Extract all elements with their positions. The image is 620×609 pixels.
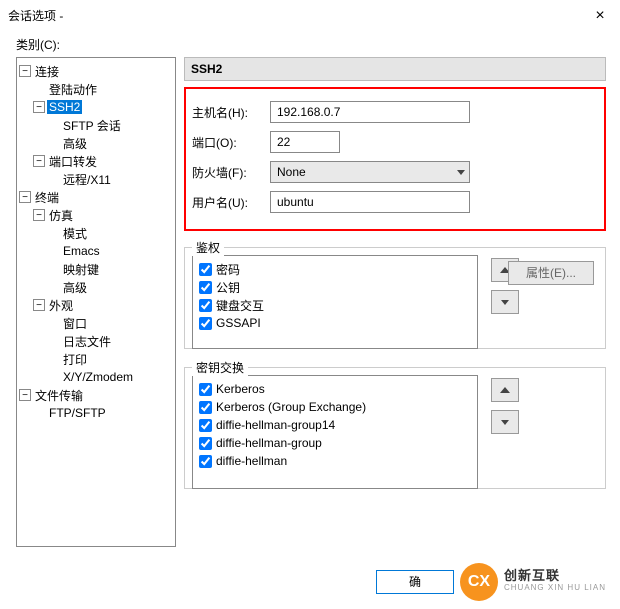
hostname-input[interactable] [270, 101, 470, 123]
auth-item: 键盘交互 [197, 296, 473, 314]
tree-node-mode[interactable]: 模式 [61, 225, 89, 242]
auth-item: 公钥 [197, 278, 473, 296]
tree-node-connection[interactable]: 连接 [33, 63, 61, 80]
auth-item: 密码 [197, 260, 473, 278]
kex-group: 密钥交换 Kerberos Kerberos (Group Exchange) … [184, 359, 606, 489]
tree-node-emacs[interactable]: Emacs [61, 244, 102, 258]
tree-node-login[interactable]: 登陆动作 [47, 81, 99, 98]
brand-en: CHUANG XIN HU LIAN [504, 582, 606, 594]
auth-checkbox[interactable] [199, 299, 212, 312]
tree-node-appearance[interactable]: 外观 [47, 297, 75, 314]
move-down-button[interactable] [491, 410, 519, 434]
logo-text: 创新互联 CHUANG XIN HU LIAN [504, 570, 606, 594]
logo-icon: CX [460, 563, 498, 601]
tree-node-advanced[interactable]: 高级 [61, 135, 89, 152]
bottom-bar: 确 CX 创新互联 CHUANG XIN HU LIAN [376, 563, 606, 601]
highlight-box: 主机名(H): 端口(O): 防火墙(F): None 用户名(U): [184, 87, 606, 231]
category-tree[interactable]: −连接 登陆动作 −SSH2 SFTP 会话 高级 −端口转发 远程/X11 −… [16, 57, 176, 547]
chevron-down-icon [457, 170, 465, 175]
collapse-icon[interactable]: − [33, 101, 45, 113]
auth-checkbox[interactable] [199, 317, 212, 330]
port-input[interactable] [270, 131, 340, 153]
arrow-down-icon [501, 300, 509, 305]
auth-checkbox[interactable] [199, 263, 212, 276]
auth-group: 鉴权 密码 公钥 键盘交互 GSSAPI 属性(E)... [184, 239, 606, 349]
arrow-up-icon [500, 387, 510, 393]
tree-node-advanced[interactable]: 高级 [61, 279, 89, 296]
tree-node-xyzmodem[interactable]: X/Y/Zmodem [61, 370, 135, 384]
username-label: 用户名(U): [192, 194, 270, 211]
tree-node-emulation[interactable]: 仿真 [47, 207, 75, 224]
window-title: 会话选项 - [8, 7, 63, 24]
kex-checkbox[interactable] [199, 419, 212, 432]
move-down-button[interactable] [491, 290, 519, 314]
kex-group-title: 密钥交换 [192, 359, 248, 376]
close-icon[interactable]: × [590, 6, 610, 26]
kex-listbox[interactable]: Kerberos Kerberos (Group Exchange) diffi… [192, 375, 478, 489]
kex-checkbox[interactable] [199, 455, 212, 468]
port-label: 端口(O): [192, 134, 270, 151]
hostname-label: 主机名(H): [192, 104, 270, 121]
kex-item: diffie-hellman [197, 452, 473, 470]
kex-item: diffie-hellman-group [197, 434, 473, 452]
firewall-value: None [277, 165, 306, 179]
tree-node-mapkeys[interactable]: 映射键 [61, 261, 101, 278]
kex-checkbox[interactable] [199, 437, 212, 450]
auth-checkbox[interactable] [199, 281, 212, 294]
tree-node-sftp-session[interactable]: SFTP 会话 [61, 117, 123, 134]
collapse-icon[interactable]: − [19, 389, 31, 401]
auth-listbox[interactable]: 密码 公钥 键盘交互 GSSAPI [192, 255, 478, 349]
ok-button[interactable]: 确 [376, 570, 454, 594]
auth-item: GSSAPI [197, 314, 473, 332]
tree-node-remote-x11[interactable]: 远程/X11 [61, 171, 113, 188]
kex-item: Kerberos [197, 380, 473, 398]
tree-node-window[interactable]: 窗口 [61, 315, 89, 332]
tree-node-terminal[interactable]: 终端 [33, 189, 61, 206]
username-input[interactable] [270, 191, 470, 213]
brand-cn: 创新互联 [504, 570, 606, 582]
firewall-label: 防火墙(F): [192, 164, 270, 181]
collapse-icon[interactable]: − [33, 155, 45, 167]
kex-checkbox[interactable] [199, 383, 212, 396]
firewall-select[interactable]: None [270, 161, 470, 183]
auth-group-title: 鉴权 [192, 239, 224, 256]
collapse-icon[interactable]: − [19, 65, 31, 77]
properties-button[interactable]: 属性(E)... [508, 261, 594, 285]
tree-node-logfile[interactable]: 日志文件 [61, 333, 113, 350]
tree-node-portfwd[interactable]: 端口转发 [47, 153, 99, 170]
kex-item: Kerberos (Group Exchange) [197, 398, 473, 416]
tree-node-filetransfer[interactable]: 文件传输 [33, 387, 85, 404]
collapse-icon[interactable]: − [33, 299, 45, 311]
titlebar: 会话选项 - × [0, 0, 620, 30]
arrow-down-icon [501, 420, 509, 425]
tree-node-print[interactable]: 打印 [61, 351, 89, 368]
category-label: 类别(C): [0, 30, 620, 57]
kex-item: diffie-hellman-group14 [197, 416, 473, 434]
tree-node-ftp-sftp[interactable]: FTP/SFTP [47, 406, 108, 420]
kex-checkbox[interactable] [199, 401, 212, 414]
section-title: SSH2 [184, 57, 606, 81]
move-up-button[interactable] [491, 378, 519, 402]
collapse-icon[interactable]: − [33, 209, 45, 221]
tree-node-ssh2[interactable]: SSH2 [47, 100, 82, 114]
collapse-icon[interactable]: − [19, 191, 31, 203]
